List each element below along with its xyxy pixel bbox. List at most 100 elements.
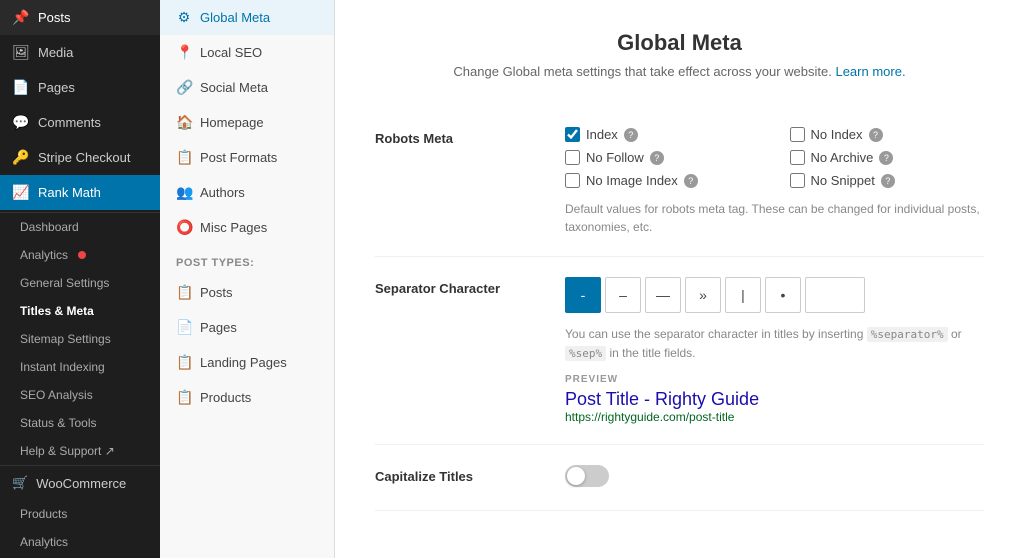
no-index-help-icon[interactable]: ? bbox=[869, 128, 883, 142]
sidebar-item-media[interactable]: 🖼 Media bbox=[0, 35, 160, 70]
authors-icon: 👥 bbox=[176, 184, 192, 201]
sub-sidebar-pages-type[interactable]: 📄 Pages bbox=[160, 310, 334, 345]
woo-icon: 🛒 bbox=[12, 475, 28, 491]
index-help-icon[interactable]: ? bbox=[624, 128, 638, 142]
pages-icon: 📄 bbox=[12, 79, 30, 96]
post-formats-icon: 📋 bbox=[176, 149, 192, 166]
no-snippet-help-icon[interactable]: ? bbox=[881, 174, 895, 188]
sub-sidebar-homepage[interactable]: 🏠 Homepage bbox=[160, 105, 334, 140]
local-seo-icon: 📍 bbox=[176, 44, 192, 61]
products-icon: 📋 bbox=[176, 389, 192, 406]
sep-btn-en-dash[interactable]: – bbox=[605, 277, 641, 313]
post-types-label: Post Types: bbox=[160, 245, 334, 275]
capitalize-row: Capitalize Titles bbox=[375, 445, 984, 511]
sidebar-item-pages[interactable]: 📄 Pages bbox=[0, 70, 160, 105]
no-image-index-help-icon[interactable]: ? bbox=[684, 174, 698, 188]
sidebar-item-rankmath[interactable]: 📈 Rank Math bbox=[0, 175, 160, 210]
robots-description: Default values for robots meta tag. Thes… bbox=[565, 200, 984, 236]
sub-sidebar: ⚙ Global Meta 📍 Local SEO 🔗 Social Meta … bbox=[160, 0, 335, 558]
sidebar-item-comments[interactable]: 💬 Comments bbox=[0, 105, 160, 140]
checkbox-no-follow: No Follow ? bbox=[565, 150, 760, 165]
sidebar-sub-analytics[interactable]: Analytics bbox=[0, 241, 160, 269]
capitalize-label: Capitalize Titles bbox=[375, 465, 535, 484]
checkbox-no-archive: No Archive ? bbox=[790, 150, 985, 165]
separator-buttons-group: - – — » | • bbox=[565, 277, 984, 313]
sidebar-item-woocommerce[interactable]: 🛒 WooCommerce bbox=[0, 465, 160, 500]
posts-type-icon: 📋 bbox=[176, 284, 192, 301]
sidebar: 📌 Posts 🖼 Media 📄 Pages 💬 Comments 🔑 Str… bbox=[0, 0, 160, 558]
capitalize-toggle[interactable] bbox=[565, 465, 609, 487]
robots-meta-label: Robots Meta bbox=[375, 127, 535, 146]
rankmath-submenu: Dashboard Analytics General Settings Tit… bbox=[0, 212, 160, 465]
sidebar-item-stripe[interactable]: 🔑 Stripe Checkout bbox=[0, 140, 160, 175]
separator-code1: %separator% bbox=[867, 327, 948, 342]
capitalize-content bbox=[565, 465, 984, 490]
landing-pages-icon: 📋 bbox=[176, 354, 192, 371]
preview-url: https://rightyguide.com/post-title bbox=[565, 410, 984, 424]
main-content: Global Meta Change Global meta settings … bbox=[335, 0, 1024, 558]
sidebar-sub-help[interactable]: Help & Support ↗ bbox=[0, 437, 160, 465]
checkbox-index: Index ? bbox=[565, 127, 760, 142]
separator-code2: %sep% bbox=[565, 346, 606, 361]
sub-sidebar-misc-pages[interactable]: ⭕ Misc Pages bbox=[160, 210, 334, 245]
sidebar-sub-products[interactable]: Products bbox=[0, 500, 160, 528]
checkbox-no-image-index: No Image Index ? bbox=[565, 173, 760, 188]
sidebar-sub-general[interactable]: General Settings bbox=[0, 269, 160, 297]
sidebar-sub-status[interactable]: Status & Tools bbox=[0, 409, 160, 437]
sub-sidebar-authors[interactable]: 👥 Authors bbox=[160, 175, 334, 210]
sep-btn-em-dash[interactable]: — bbox=[645, 277, 681, 313]
robots-grid: Index ? No Index ? No Follow ? No Archiv… bbox=[565, 127, 984, 188]
social-meta-icon: 🔗 bbox=[176, 79, 192, 96]
preview-label: PREVIEW bbox=[565, 374, 984, 385]
sep-btn-dash[interactable]: - bbox=[565, 277, 601, 313]
no-image-index-checkbox[interactable] bbox=[565, 173, 580, 188]
global-meta-icon: ⚙ bbox=[176, 9, 192, 26]
sub-sidebar-social-meta[interactable]: 🔗 Social Meta bbox=[160, 70, 334, 105]
rankmath-icon: 📈 bbox=[12, 184, 30, 201]
separator-description: You can use the separator character in t… bbox=[565, 325, 984, 362]
separator-row: Separator Character - – — » | • You can … bbox=[375, 257, 984, 445]
page-subtitle: Change Global meta settings that take ef… bbox=[375, 64, 984, 79]
sidebar-sub-titles[interactable]: Titles & Meta bbox=[0, 297, 160, 325]
pages-type-icon: 📄 bbox=[176, 319, 192, 336]
sidebar-sub-sitemap[interactable]: Sitemap Settings bbox=[0, 325, 160, 353]
sidebar-item-posts[interactable]: 📌 Posts bbox=[0, 0, 160, 35]
no-follow-help-icon[interactable]: ? bbox=[650, 151, 664, 165]
no-follow-checkbox[interactable] bbox=[565, 150, 580, 165]
sub-sidebar-posts[interactable]: 📋 Posts bbox=[160, 275, 334, 310]
page-title: Global Meta bbox=[375, 30, 984, 56]
sep-btn-pipe[interactable]: | bbox=[725, 277, 761, 313]
sub-sidebar-products[interactable]: 📋 Products bbox=[160, 380, 334, 415]
learn-more-link[interactable]: Learn more. bbox=[835, 64, 905, 79]
sidebar-sub-seo[interactable]: SEO Analysis bbox=[0, 381, 160, 409]
posts-icon: 📌 bbox=[12, 9, 30, 26]
separator-content: - – — » | • You can use the separator ch… bbox=[565, 277, 984, 424]
robots-meta-row: Robots Meta Index ? No Index ? No Follow… bbox=[375, 107, 984, 257]
sidebar-sub-analytics-woo[interactable]: Analytics bbox=[0, 528, 160, 556]
robots-meta-content: Index ? No Index ? No Follow ? No Archiv… bbox=[565, 127, 984, 236]
sub-sidebar-post-formats[interactable]: 📋 Post Formats bbox=[160, 140, 334, 175]
homepage-icon: 🏠 bbox=[176, 114, 192, 131]
preview-title: Post Title - Righty Guide bbox=[565, 389, 984, 410]
media-icon: 🖼 bbox=[12, 44, 30, 61]
comments-icon: 💬 bbox=[12, 114, 30, 131]
sep-btn-bullet[interactable]: • bbox=[765, 277, 801, 313]
index-checkbox[interactable] bbox=[565, 127, 580, 142]
separator-label: Separator Character bbox=[375, 277, 535, 296]
sub-sidebar-global-meta[interactable]: ⚙ Global Meta bbox=[160, 0, 334, 35]
no-snippet-checkbox[interactable] bbox=[790, 173, 805, 188]
stripe-icon: 🔑 bbox=[12, 149, 30, 166]
toggle-knob bbox=[567, 467, 585, 485]
separator-custom-input[interactable] bbox=[805, 277, 865, 313]
sidebar-sub-dashboard[interactable]: Dashboard bbox=[0, 213, 160, 241]
checkbox-no-index: No Index ? bbox=[790, 127, 985, 142]
misc-pages-icon: ⭕ bbox=[176, 219, 192, 236]
sub-sidebar-local-seo[interactable]: 📍 Local SEO bbox=[160, 35, 334, 70]
sub-sidebar-landing-pages[interactable]: 📋 Landing Pages bbox=[160, 345, 334, 380]
no-archive-help-icon[interactable]: ? bbox=[879, 151, 893, 165]
no-archive-checkbox[interactable] bbox=[790, 150, 805, 165]
no-index-checkbox[interactable] bbox=[790, 127, 805, 142]
analytics-badge bbox=[78, 251, 86, 259]
sidebar-sub-indexing[interactable]: Instant Indexing bbox=[0, 353, 160, 381]
sep-btn-chevron[interactable]: » bbox=[685, 277, 721, 313]
